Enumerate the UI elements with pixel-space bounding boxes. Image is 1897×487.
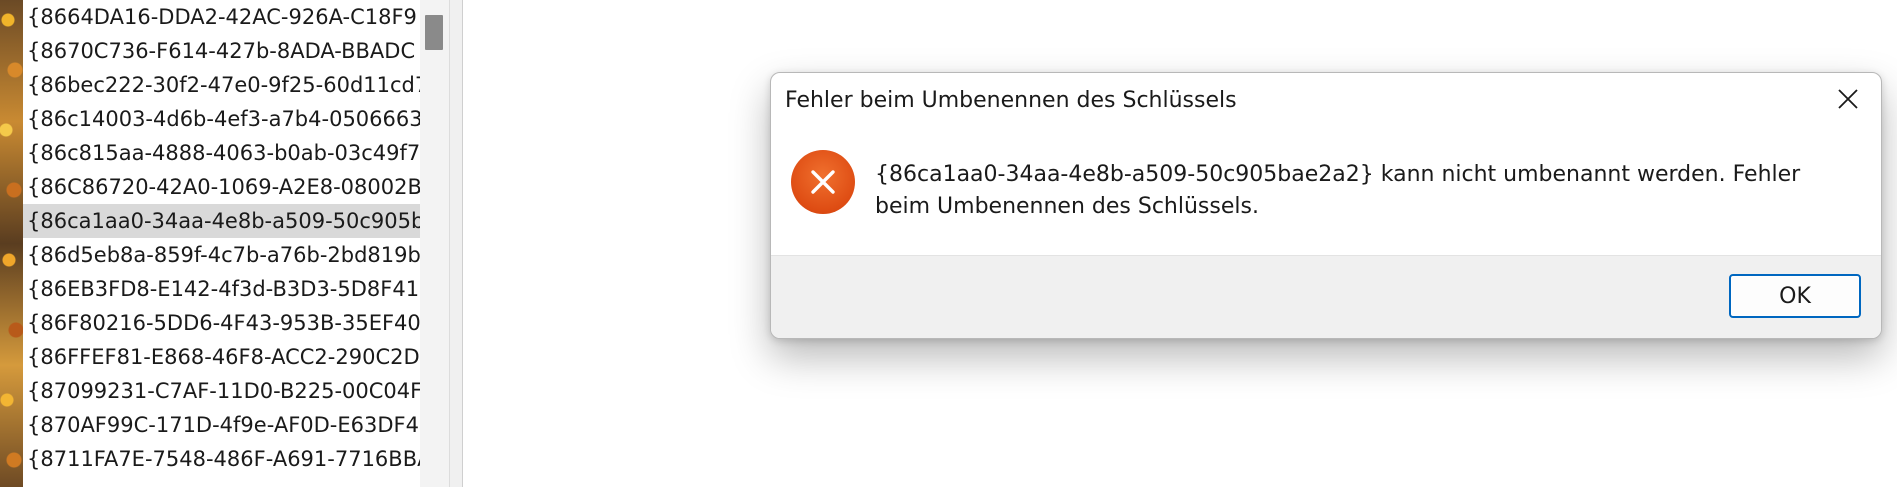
list-item[interactable]: {87099231-C7AF-11D0-B225-00C04F [23, 374, 420, 408]
pane-splitter[interactable] [449, 0, 463, 487]
dialog-title: Fehler beim Umbenennen des Schlüssels [785, 88, 1237, 113]
list-item[interactable]: {86bec222-30f2-47e0-9f25-60d11cd7 [23, 68, 420, 102]
list-item[interactable]: {8664DA16-DDA2-42AC-926A-C18F9 [23, 0, 420, 34]
list-scrollbar[interactable] [420, 0, 449, 487]
close-button[interactable] [1823, 79, 1873, 119]
list-item[interactable]: {86c815aa-4888-4063-b0ab-03c49f78 [23, 136, 420, 170]
ok-button[interactable]: OK [1729, 274, 1861, 318]
list-item[interactable]: {86EB3FD8-E142-4f3d-B3D3-5D8F41 [23, 272, 420, 306]
registry-key-list[interactable]: {8664DA16-DDA2-42AC-926A-C18F9 {8670C736… [23, 0, 420, 487]
dialog-button-bar: OK [771, 255, 1881, 338]
background-wallpaper-strip [0, 0, 23, 487]
close-icon [1838, 89, 1858, 109]
error-message: {86ca1aa0-34aa-4e8b-a509-50c905bae2a2} k… [875, 162, 1801, 219]
list-item[interactable]: {86c14003-4d6b-4ef3-a7b4-0506663 [23, 102, 420, 136]
error-dialog: Fehler beim Umbenennen des Schlüssels {8… [770, 72, 1882, 339]
list-item[interactable]: {86FFEF81-E868-46F8-ACC2-290C2D [23, 340, 420, 374]
list-item[interactable]: {86C86720-42A0-1069-A2E8-08002B [23, 170, 420, 204]
list-item[interactable]: {86d5eb8a-859f-4c7b-a76b-2bd819b [23, 238, 420, 272]
list-item-selected[interactable]: {86ca1aa0-34aa-4e8b-a509-50c905ba [23, 204, 420, 238]
scrollbar-thumb[interactable] [425, 15, 443, 50]
error-icon [791, 150, 855, 214]
list-item[interactable]: {8670C736-F614-427b-8ADA-BBADC [23, 34, 420, 68]
list-item[interactable]: {8711FA7E-7548-486F-A691-7716BBA [23, 442, 420, 476]
list-item[interactable]: {870AF99C-171D-4f9e-AF0D-E63DF4 [23, 408, 420, 442]
list-item[interactable]: {86F80216-5DD6-4F43-953B-35EF40A [23, 306, 420, 340]
